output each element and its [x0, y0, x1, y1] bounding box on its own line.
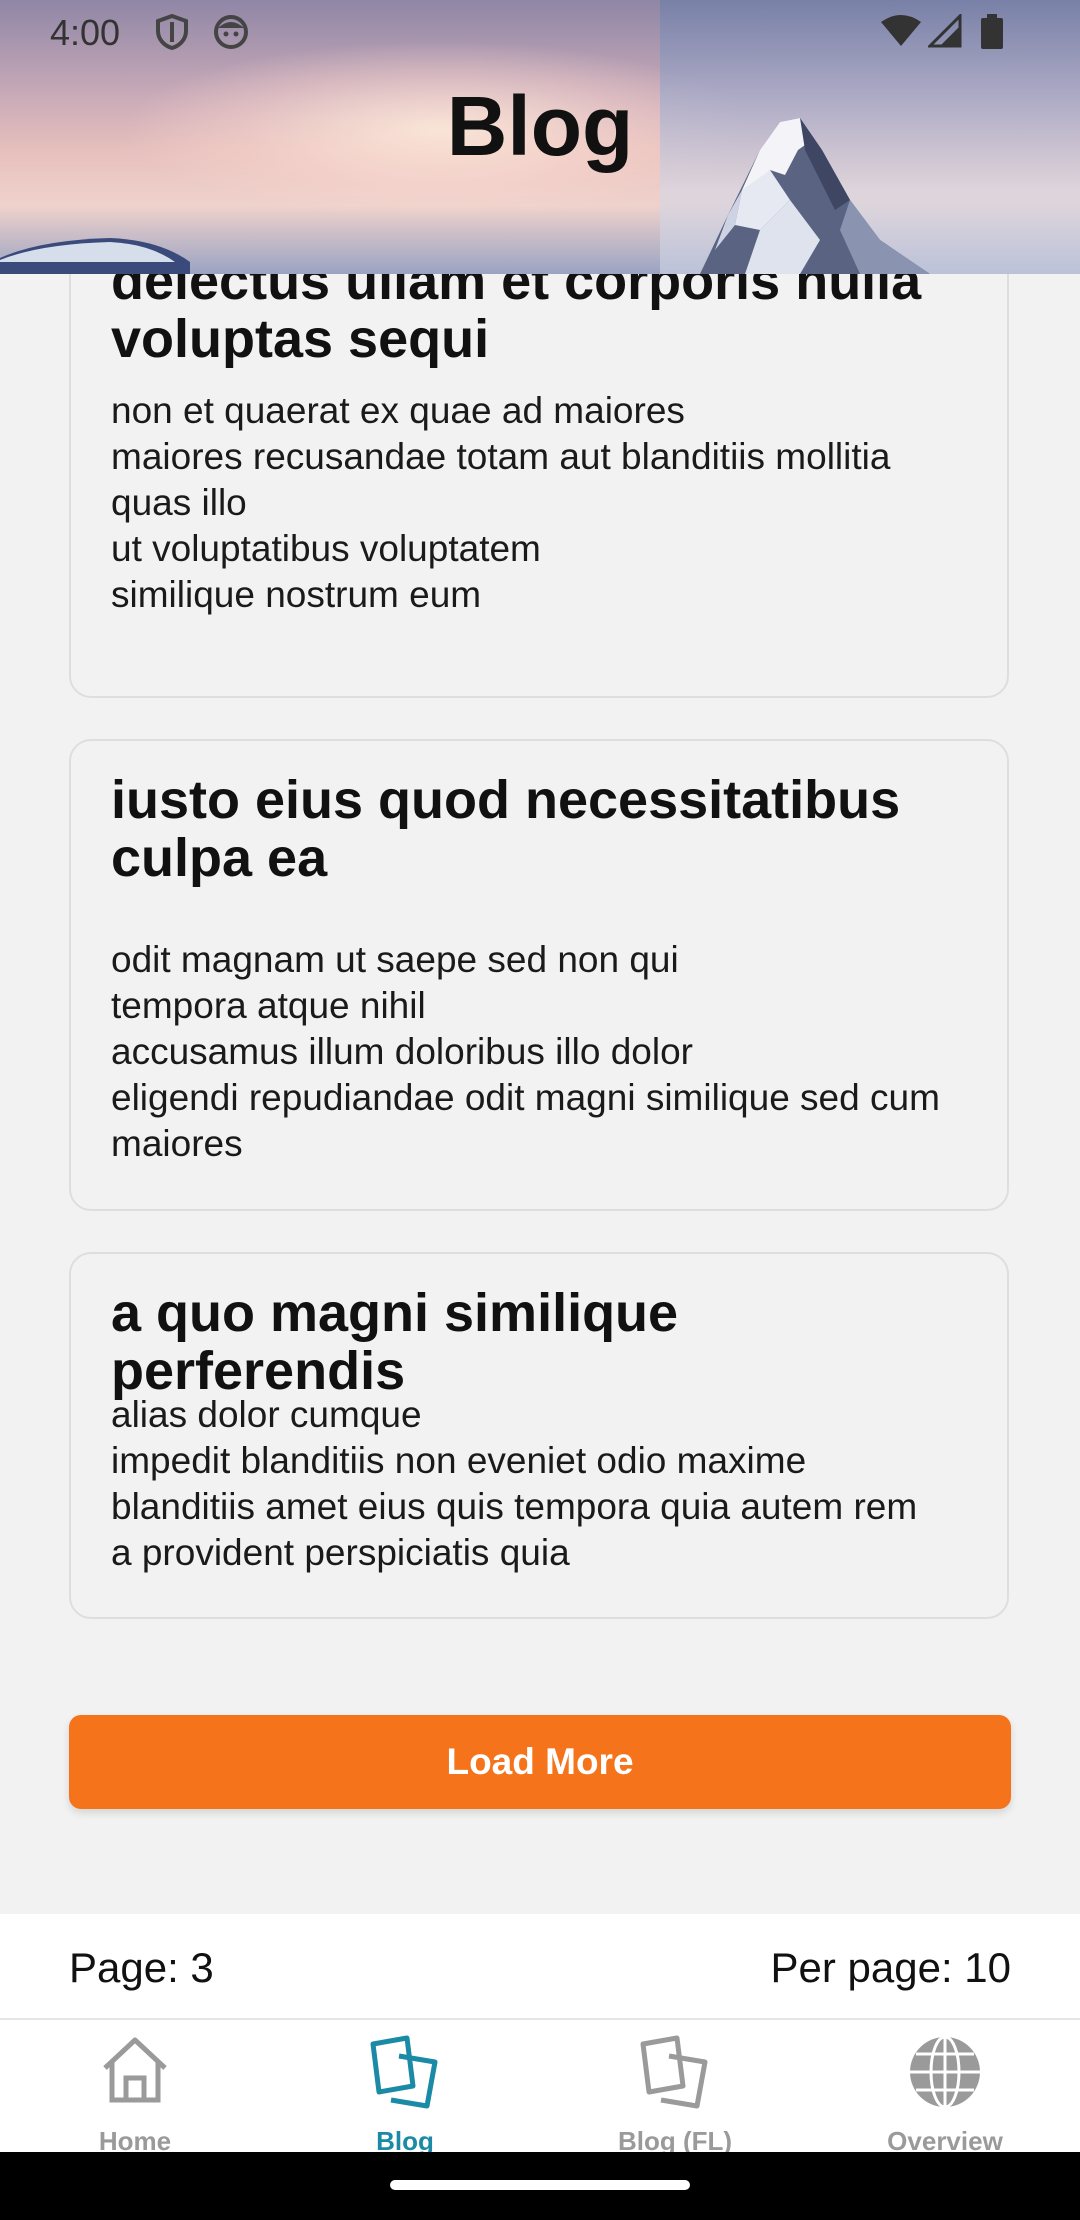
post-card[interactable]: delectus ullam et corporis nulla volupta… [69, 274, 1009, 698]
post-list[interactable]: delectus ullam et corporis nulla volupta… [0, 274, 1080, 1914]
globe-icon [910, 2035, 980, 2109]
pagination-info: Page: 3 Per page: 10 [0, 1914, 1080, 2020]
nav-item-blog[interactable]: Blog [270, 2020, 540, 2156]
nav-item-blog-fl[interactable]: Blog (FL) [540, 2020, 810, 2156]
post-card[interactable]: iusto eius quod necessitatibus culpa ea … [69, 739, 1009, 1211]
post-title: delectus ullam et corporis nulla volupta… [111, 274, 922, 369]
bottom-navigation: Home Blog Blog (FL) Overview [0, 2020, 1080, 2156]
wifi-icon [881, 15, 921, 46]
signal-icon [928, 14, 962, 48]
system-gesture-bar [0, 2152, 1080, 2220]
shield-icon [156, 14, 188, 50]
battery-icon [981, 14, 1003, 49]
status-bar: 4:00 [0, 0, 1080, 66]
post-title: a quo magni similique perferendis [111, 1283, 679, 1401]
load-more-button[interactable]: Load More [69, 1715, 1011, 1809]
per-page: Per page: 10 [770, 1944, 1011, 1991]
nav-item-overview[interactable]: Overview [810, 2020, 1080, 2156]
status-time: 4:00 [50, 12, 121, 53]
page-number: Page: 3 [69, 1944, 214, 1991]
home-icon [103, 2037, 167, 2103]
blog-fl-icon [640, 2035, 708, 2109]
home-gesture-handle[interactable] [390, 2180, 690, 2190]
post-card[interactable]: a quo magni similique perferendis alias … [69, 1252, 1009, 1619]
post-body: non et quaerat ex quae ad maiores maiore… [111, 390, 891, 615]
face-icon [214, 15, 248, 49]
blog-icon [370, 2035, 438, 2109]
post-body: alias dolor cumque impedit blanditiis no… [111, 1394, 918, 1573]
post-body: odit magnam ut saepe sed non qui tempora… [111, 939, 940, 1164]
post-title: iusto eius quod necessitatibus culpa ea [111, 770, 901, 888]
nav-item-home[interactable]: Home [0, 2020, 270, 2156]
page-title: Blog [446, 79, 634, 173]
